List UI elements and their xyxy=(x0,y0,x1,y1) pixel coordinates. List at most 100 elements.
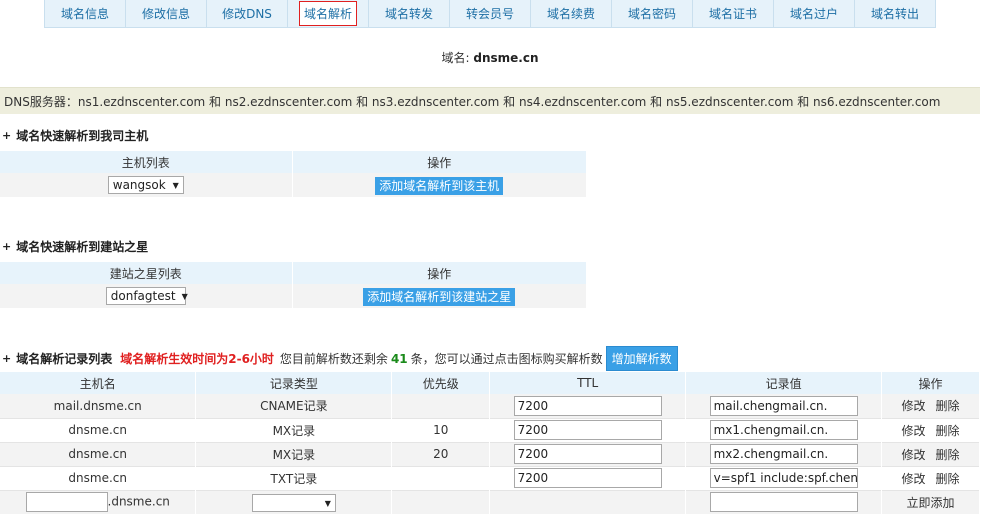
tab-domain-info[interactable]: 域名信息 xyxy=(45,0,126,27)
plus-icon: + xyxy=(2,240,12,253)
record-priority xyxy=(391,394,491,418)
site-select-value: donfagtest xyxy=(110,289,176,303)
delete-link[interactable]: 删除 xyxy=(936,399,960,413)
col-record-type: 记录类型 xyxy=(195,372,393,394)
table-row: dnsme.cn MX记录 10 7200 mx1.chengmail.cn. … xyxy=(0,417,980,442)
tab-domain-ownership[interactable]: 域名过户 xyxy=(774,0,855,27)
tab-label: 域名证书 xyxy=(708,7,757,21)
delete-link[interactable]: 删除 xyxy=(936,424,960,438)
record-ttl-cell: 7200 xyxy=(489,394,687,418)
add-resolve-to-host-button[interactable]: 添加域名解析到该主机 xyxy=(375,176,504,195)
tab-label: 修改DNS xyxy=(222,7,272,21)
tab-domain-forward[interactable]: 域名转发 xyxy=(369,0,450,27)
new-host-input[interactable] xyxy=(25,492,108,513)
remain-prefix: 您目前解析数还剩余 xyxy=(279,352,388,366)
new-record-value-input[interactable] xyxy=(709,492,858,513)
record-ttl-cell: 7200 xyxy=(489,441,687,466)
table-row: mail.dnsme.cn CNAME记录 7200 mail.chengmai… xyxy=(0,394,980,418)
tab-transfer-member[interactable]: 转会员号 xyxy=(450,0,531,27)
tab-domain-transfer-out[interactable]: 域名转出 xyxy=(855,0,935,27)
record-type-select[interactable]: ▼ xyxy=(251,494,336,513)
site-select-cell: donfagtest ▼ xyxy=(0,284,293,308)
add-action-cell: 立即添加 xyxy=(881,489,980,514)
col-ttl: TTL xyxy=(489,372,687,394)
new-ttl-cell xyxy=(489,489,687,514)
delete-link[interactable]: 删除 xyxy=(936,472,960,486)
section-quick-site-title: + 域名快速解析到建站之星 xyxy=(2,238,148,255)
edit-link[interactable]: 修改 xyxy=(902,448,926,462)
section-title-text: 域名快速解析到我司主机 xyxy=(16,129,149,143)
tab-edit-dns[interactable]: 修改DNS xyxy=(207,0,288,27)
ttl-input[interactable]: 7200 xyxy=(513,420,662,440)
record-priority: 20 xyxy=(391,441,491,466)
record-type: MX记录 xyxy=(195,441,393,466)
quick-host-table: 主机列表 操作 wangsok ▼ 添加域名解析到该主机 xyxy=(0,151,587,197)
tab-domain-resolve[interactable]: 域名解析 xyxy=(288,0,369,27)
ttl-input[interactable]: 7200 xyxy=(513,468,662,488)
tab-label: 域名续费 xyxy=(546,7,595,21)
records-table: 主机名 记录类型 优先级 TTL 记录值 操作 mail.dnsme.cn CN… xyxy=(0,372,980,514)
effective-time-notice: 域名解析生效时间为2-6小时 xyxy=(120,352,274,366)
ttl-input[interactable]: 7200 xyxy=(513,395,662,416)
plus-icon: + xyxy=(2,129,12,142)
add-resolve-to-site-button[interactable]: 添加域名解析到该建站之星 xyxy=(363,287,516,306)
delete-link[interactable]: 删除 xyxy=(936,448,960,462)
record-value-cell: mx1.chengmail.cn. xyxy=(685,417,883,442)
record-value-input[interactable]: mx1.chengmail.cn. xyxy=(709,420,858,440)
col-host-list: 主机列表 xyxy=(0,151,293,173)
ttl-input[interactable]: 7200 xyxy=(513,444,662,464)
tab-domain-certificate[interactable]: 域名证书 xyxy=(693,0,774,27)
record-value-input[interactable]: v=spf1 include:spf.chengm xyxy=(709,468,858,488)
record-type: MX记录 xyxy=(195,417,393,442)
new-value-cell xyxy=(685,489,883,514)
record-actions: 修改 删除 xyxy=(881,465,980,490)
col-operation: 操作 xyxy=(292,262,587,284)
record-value-cell: mail.chengmail.cn. xyxy=(685,394,883,418)
col-operation: 操作 xyxy=(292,151,587,173)
record-actions: 修改 删除 xyxy=(881,394,980,418)
record-host: mail.dnsme.cn xyxy=(0,394,197,418)
host-select[interactable]: wangsok ▼ xyxy=(107,176,184,194)
record-value-cell: v=spf1 include:spf.chengm xyxy=(685,465,883,490)
col-priority: 优先级 xyxy=(391,372,491,394)
col-operation: 操作 xyxy=(881,372,980,394)
section-title-text: 域名解析记录列表 xyxy=(16,352,113,366)
host-action-cell: 添加域名解析到该主机 xyxy=(292,173,587,197)
tab-label: 域名密码 xyxy=(627,7,676,21)
record-host: dnsme.cn xyxy=(0,441,197,466)
buy-records-button[interactable]: 增加解析数 xyxy=(605,346,678,371)
record-host: dnsme.cn xyxy=(0,417,197,442)
record-actions: 修改 删除 xyxy=(881,417,980,442)
tab-label: 域名转出 xyxy=(870,7,919,21)
col-record-value: 记录值 xyxy=(685,372,883,394)
site-select[interactable]: donfagtest ▼ xyxy=(105,287,188,305)
domain-tabs: 域名信息 修改信息 修改DNS 域名解析 域名转发 转会员号 域名续费 域名密码… xyxy=(44,0,936,28)
new-host-cell: .dnsme.cn xyxy=(0,489,197,514)
chevron-down-icon: ▼ xyxy=(181,291,188,301)
domain-title: 域名: dnsme.cn xyxy=(0,49,980,66)
record-value-input[interactable]: mx2.chengmail.cn. xyxy=(709,444,858,464)
tab-edit-info[interactable]: 修改信息 xyxy=(126,0,207,27)
host-select-value: wangsok xyxy=(112,178,166,192)
tab-domain-renew[interactable]: 域名续费 xyxy=(531,0,612,27)
remain-suffix: 条，您可以通过点击图标购买解析数 xyxy=(410,352,603,366)
record-type: TXT记录 xyxy=(195,465,393,490)
col-site-list: 建站之星列表 xyxy=(0,262,293,284)
record-value-input[interactable]: mail.chengmail.cn. xyxy=(709,395,858,416)
site-action-cell: 添加域名解析到该建站之星 xyxy=(292,284,587,308)
chevron-down-icon: ▼ xyxy=(324,498,331,508)
record-ttl-cell: 7200 xyxy=(489,465,687,490)
tab-label: 域名信息 xyxy=(60,7,109,21)
record-priority: 10 xyxy=(391,417,491,442)
edit-link[interactable]: 修改 xyxy=(902,399,926,413)
add-now-button[interactable]: 立即添加 xyxy=(907,496,955,510)
tab-label: 域名转发 xyxy=(384,7,433,21)
record-type: CNAME记录 xyxy=(195,394,393,418)
edit-link[interactable]: 修改 xyxy=(902,472,926,486)
tab-domain-password[interactable]: 域名密码 xyxy=(612,0,693,27)
record-host: dnsme.cn xyxy=(0,465,197,490)
edit-link[interactable]: 修改 xyxy=(902,424,926,438)
record-ttl-cell: 7200 xyxy=(489,417,687,442)
new-priority-cell xyxy=(391,489,491,514)
dns-servers-bar: DNS服务器：ns1.ezdnscenter.com 和 ns2.ezdnsce… xyxy=(0,87,980,114)
